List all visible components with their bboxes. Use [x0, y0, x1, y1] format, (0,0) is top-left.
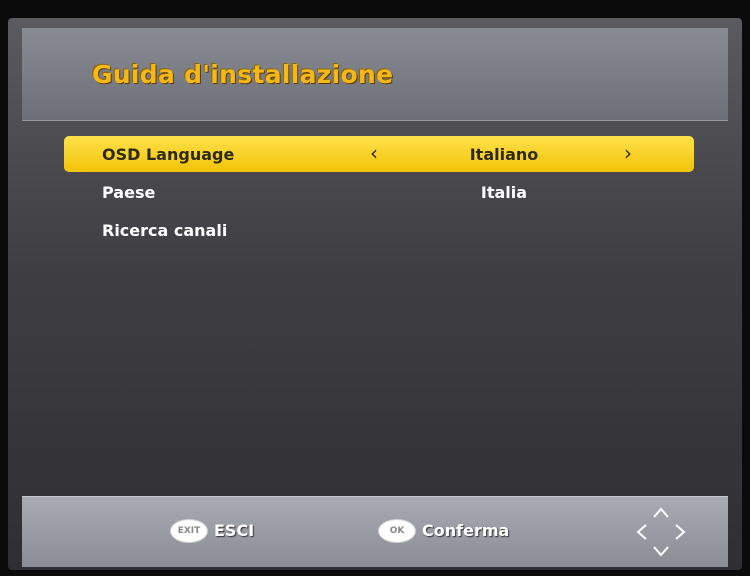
menu-item-label: Ricerca canali	[102, 221, 228, 240]
title-bar: Guida d'installazione	[22, 28, 728, 121]
exit-key-icon: EXIT	[170, 519, 208, 543]
chevron-right-icon[interactable]: ›	[624, 141, 632, 165]
tv-screen: Guida d'installazione OSD Language ‹ Ita…	[8, 18, 742, 570]
ok-key-icon: OK	[378, 519, 416, 543]
directional-pad-icon	[636, 507, 686, 557]
menu-item-value: Italia	[480, 183, 528, 202]
exit-button[interactable]: ESCI	[214, 521, 254, 540]
menu-item-paese[interactable]: Paese Italia	[64, 174, 694, 210]
menu-item-value: Italiano	[469, 145, 539, 164]
installation-menu: OSD Language ‹ Italiano › Paese Italia R…	[64, 136, 694, 250]
menu-item-ricerca-canali[interactable]: Ricerca canali	[64, 212, 694, 248]
menu-item-label: OSD Language	[102, 145, 235, 164]
page-title: Guida d'installazione	[92, 60, 394, 89]
menu-item-label: Paese	[102, 183, 156, 202]
menu-item-osd-language[interactable]: OSD Language ‹ Italiano ›	[64, 136, 694, 172]
footer-bar: EXIT ESCI OK Conferma	[22, 496, 728, 567]
chevron-left-icon[interactable]: ‹	[370, 141, 378, 165]
confirm-button[interactable]: Conferma	[422, 521, 509, 540]
